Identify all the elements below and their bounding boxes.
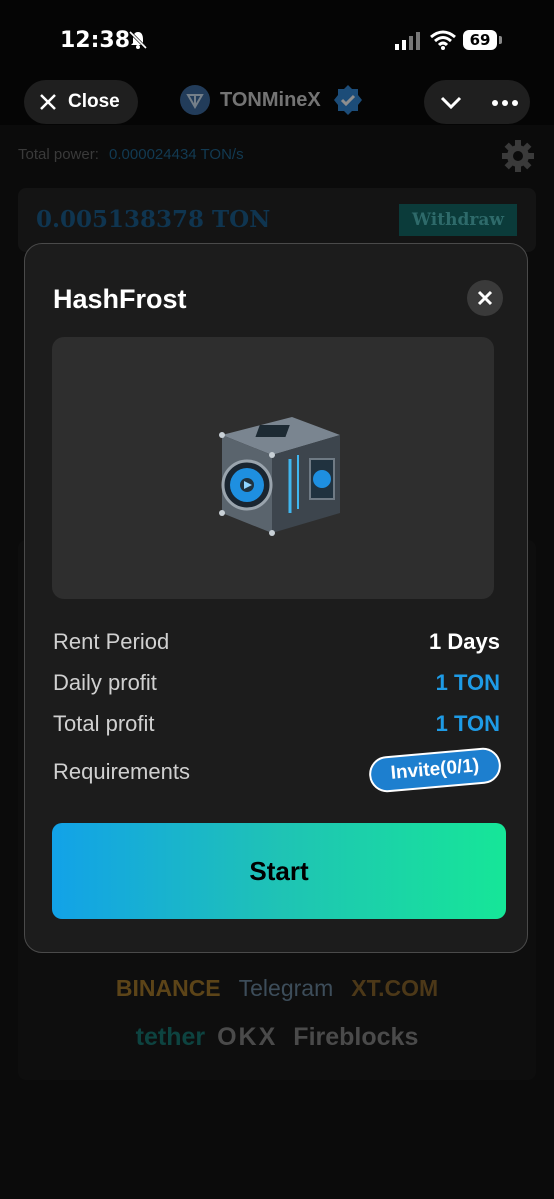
partner-binance: BINANCE xyxy=(115,975,221,1001)
chevron-down-icon[interactable] xyxy=(438,92,464,112)
menu-pill xyxy=(424,80,530,124)
bell-muted-icon xyxy=(128,30,148,50)
total-profit-value: 1 TON xyxy=(435,711,500,736)
daily-profit-label: Daily profit xyxy=(53,670,157,695)
rent-period-label: Rent Period xyxy=(53,629,170,654)
start-button[interactable]: Start xyxy=(52,823,506,919)
balance-value: 0.005138378 TON xyxy=(36,206,271,233)
total-profit-label: Total profit xyxy=(53,711,155,736)
bot-title[interactable]: TONMineX xyxy=(180,80,365,120)
daily-profit-value: 1 TON xyxy=(435,670,500,695)
partner-logos-row-2: tether OKX Fireblocks xyxy=(0,1023,554,1052)
total-power-value: 0.000024434 TON/s xyxy=(109,146,244,163)
wifi-icon xyxy=(430,30,456,50)
close-label: Close xyxy=(68,91,120,112)
partner-tether: tether xyxy=(135,1023,206,1051)
total-power-label: Total power: xyxy=(18,146,99,163)
close-icon xyxy=(40,94,56,110)
status-time: 12:38 xyxy=(60,28,131,53)
close-button[interactable]: Close xyxy=(24,80,138,124)
total-power-row: Total power: 0.000024434 TON/s xyxy=(18,146,244,163)
bot-name: TONMineX xyxy=(220,88,321,111)
gear-icon[interactable] xyxy=(500,138,536,174)
partner-okx: OKX xyxy=(217,1023,278,1051)
verified-badge-icon xyxy=(333,85,362,115)
partner-fireblocks: Fireblocks xyxy=(293,1023,419,1051)
miner-image-box xyxy=(52,337,494,599)
partner-logos-row-1: BINANCE Telegram XT.COM xyxy=(0,975,554,1002)
modal-title: HashFrost xyxy=(53,284,187,314)
partner-telegram: Telegram xyxy=(238,975,334,1001)
status-bar: 12:38 69 xyxy=(0,0,554,80)
partner-xt: XT.COM xyxy=(351,975,439,1001)
withdraw-button[interactable]: Withdraw xyxy=(399,204,517,236)
battery-indicator: 69 xyxy=(463,30,497,50)
invite-requirement-badge[interactable]: Invite(0/1) xyxy=(367,746,503,794)
signal-icon xyxy=(395,32,420,50)
miner-detail-modal: HashFrost Rent Period 1 Days Daily profi… xyxy=(24,243,528,953)
rent-period-value: 1 Days xyxy=(429,629,500,654)
modal-close-button[interactable] xyxy=(467,280,503,316)
battery-tip xyxy=(499,36,502,44)
requirements-label: Requirements xyxy=(53,759,190,784)
more-icon[interactable] xyxy=(492,100,518,106)
ton-logo-icon xyxy=(180,85,210,115)
miner-device-image xyxy=(219,417,340,536)
close-icon xyxy=(477,290,493,306)
